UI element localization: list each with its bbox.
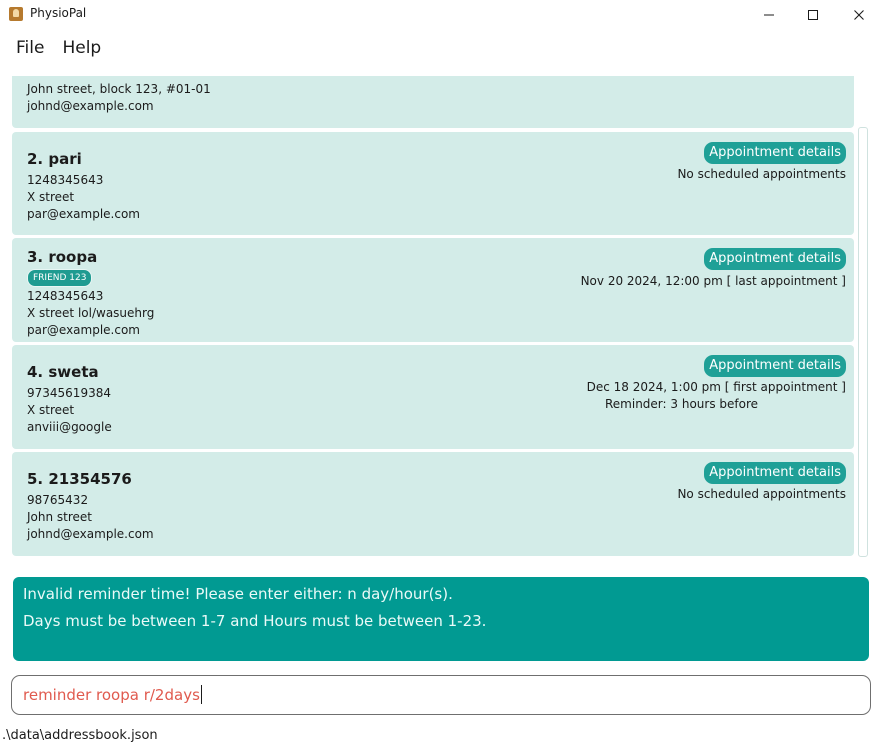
result-message-line: Days must be between 1-7 and Hours must …: [23, 612, 487, 630]
appointment-details-button[interactable]: Appointment details: [704, 355, 846, 377]
result-message-line: Invalid reminder time! Please enter eith…: [23, 585, 453, 603]
maximize-button[interactable]: [790, 0, 836, 30]
minimize-button[interactable]: [746, 0, 792, 30]
appointment-details-button[interactable]: Appointment details: [704, 462, 846, 484]
list-scrollbar[interactable]: [856, 125, 870, 557]
person-email: par@example.com: [27, 323, 140, 337]
person-phone: 98765432: [27, 493, 89, 507]
person-tag: FRIEND 123: [27, 269, 93, 287]
person-address: John street, block 123, #01-01: [27, 82, 211, 96]
person-name: 3. roopa: [27, 248, 98, 266]
menu-help[interactable]: Help: [53, 30, 110, 66]
appointment-details-button[interactable]: Appointment details: [704, 142, 846, 164]
command-input-value[interactable]: reminder roopa r/2days: [23, 685, 202, 704]
person-name: 2. pari: [27, 150, 82, 168]
appointment-details-button[interactable]: Appointment details: [704, 248, 846, 270]
status-bar-file-path: .\data\addressbook.json: [2, 728, 158, 743]
menu-file[interactable]: File: [7, 30, 53, 66]
person-card[interactable]: 3. roopa FRIEND 123 1248345643 X street …: [12, 238, 854, 342]
menu-bar: File Help: [0, 30, 883, 66]
appointment-status: No scheduled appointments: [677, 487, 846, 501]
person-name: 5. 21354576: [27, 470, 132, 488]
person-address: X street: [27, 403, 75, 417]
close-button[interactable]: [836, 0, 882, 30]
title-bar: PhysioPal: [0, 0, 883, 30]
app-icon: [9, 7, 23, 21]
person-phone: 97345619384: [27, 386, 111, 400]
text-caret: [200, 685, 202, 704]
person-card[interactable]: John street, block 123, #01-01 johnd@exa…: [12, 76, 854, 128]
person-email: par@example.com: [27, 207, 140, 221]
person-list[interactable]: John street, block 123, #01-01 johnd@exa…: [10, 76, 872, 559]
scrollbar-thumb[interactable]: [858, 127, 868, 557]
appointment-reminder: Reminder: 3 hours before: [605, 397, 759, 411]
person-card[interactable]: 5. 21354576 98765432 John street johnd@e…: [12, 452, 854, 556]
person-address: John street: [27, 510, 93, 524]
person-card[interactable]: 2. pari 1248345643 X street par@example.…: [12, 132, 854, 235]
appointment-status: Nov 20 2024, 12:00 pm [ last appointment…: [580, 274, 846, 288]
appointment-status: Dec 18 2024, 1:00 pm [ first appointment…: [586, 380, 846, 394]
person-name: 4. sweta: [27, 363, 99, 381]
person-phone: 1248345643: [27, 173, 104, 187]
window-title: PhysioPal: [30, 6, 87, 20]
person-phone: 1248345643: [27, 289, 104, 303]
minimize-icon: [764, 14, 774, 16]
command-input[interactable]: reminder roopa r/2days: [11, 675, 871, 715]
person-address: X street: [27, 190, 75, 204]
person-email: johnd@example.com: [27, 527, 154, 541]
maximize-icon: [808, 10, 818, 20]
appointment-status: No scheduled appointments: [677, 167, 846, 181]
person-email: anviii@google: [27, 420, 112, 434]
person-card[interactable]: 4. sweta 97345619384 X street anviii@goo…: [12, 345, 854, 449]
close-icon: [854, 10, 864, 20]
person-email: johnd@example.com: [27, 99, 154, 113]
person-address: X street lol/wasuehrg: [27, 306, 155, 320]
result-display: Invalid reminder time! Please enter eith…: [13, 577, 869, 661]
